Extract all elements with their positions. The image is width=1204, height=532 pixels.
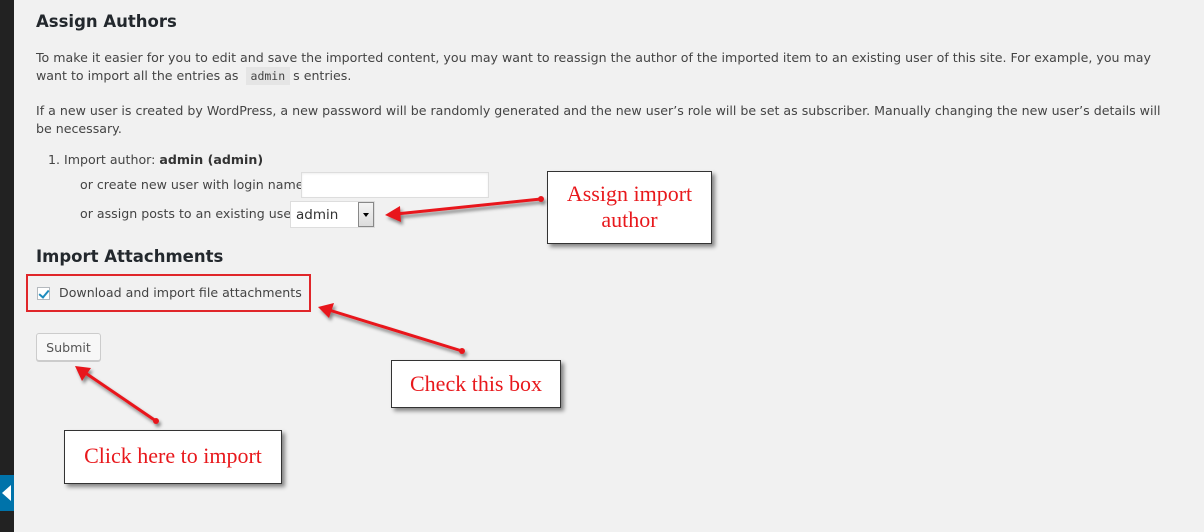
assign-author-callout-line2: author <box>601 207 658 232</box>
arrow-to-submit <box>75 366 159 424</box>
arrow-to-checkbox <box>318 303 465 354</box>
check-box-callout-text: Check this box <box>410 371 542 396</box>
click-import-callout-text: Click here to import <box>84 443 262 468</box>
arrow-to-select <box>385 196 544 222</box>
assign-author-callout: Assign import author <box>547 171 712 244</box>
click-import-callout: Click here to import <box>64 430 282 484</box>
check-box-callout: Check this box <box>391 360 561 408</box>
assign-author-callout-line1: Assign import <box>566 181 693 206</box>
